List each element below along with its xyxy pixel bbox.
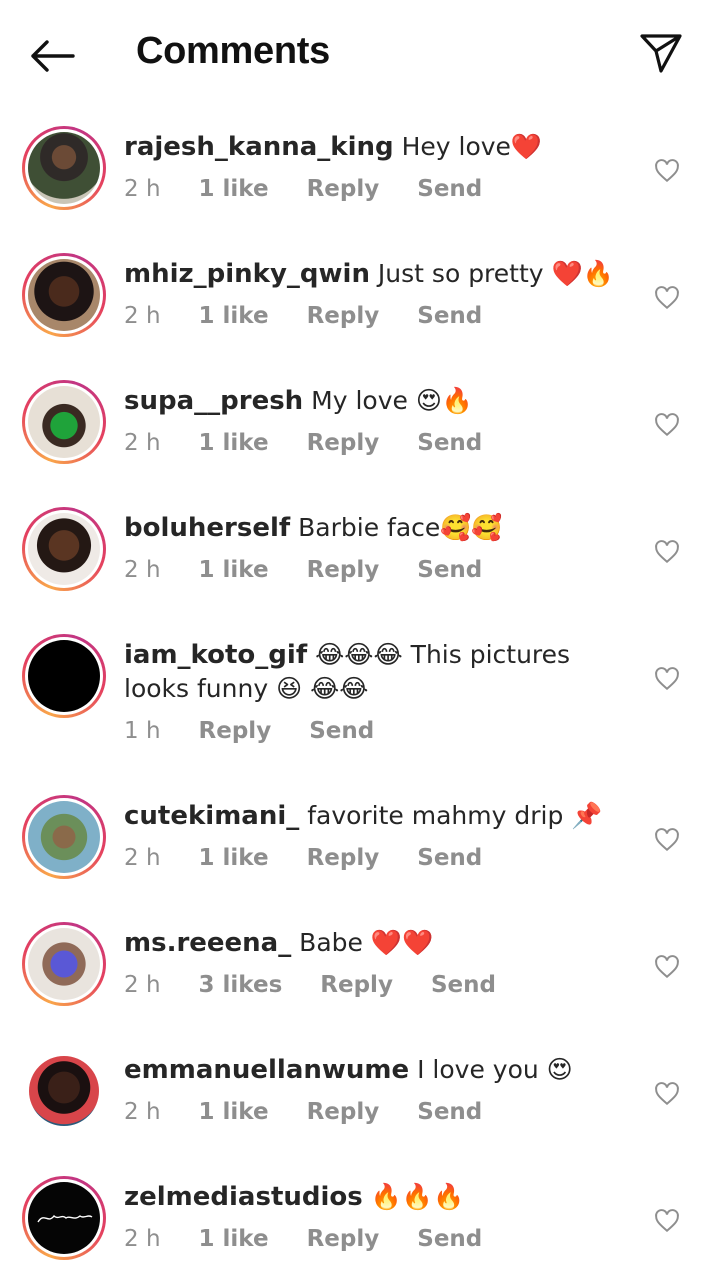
send-button[interactable]: Send — [417, 1226, 482, 1258]
comment-text: cutekimani_ favorite mahmy drip 📌 — [124, 801, 603, 831]
comment-text: emmanuellanwume I love you 😍 — [124, 1055, 573, 1085]
avatar[interactable] — [22, 634, 106, 718]
send-button[interactable]: Send — [417, 1099, 482, 1131]
comment-text: zelmediastudios 🔥🔥🔥 — [124, 1182, 465, 1212]
comment-text: supa__presh My love 😍🔥 — [124, 386, 474, 416]
comment-likes[interactable]: 1 like — [199, 303, 269, 335]
comment-text: rajesh_kanna_king Hey love❤️ — [124, 132, 543, 162]
heart-icon[interactable] — [654, 666, 680, 692]
reply-button[interactable]: Reply — [307, 176, 380, 208]
comment-likes[interactable]: 1 like — [199, 1226, 269, 1258]
comment-username[interactable]: emmanuellanwume — [124, 1055, 409, 1085]
comment-likes[interactable]: 1 like — [199, 845, 269, 877]
comment-time: 2 h — [124, 972, 161, 998]
comment-likes[interactable]: 1 like — [199, 1099, 269, 1131]
avatar[interactable] — [22, 507, 106, 591]
send-button[interactable]: Send — [417, 303, 482, 335]
reply-button[interactable]: Reply — [307, 1226, 380, 1258]
paper-plane-icon — [640, 34, 682, 73]
comment-time: 2 h — [124, 303, 161, 329]
send-button[interactable]: Send — [417, 176, 482, 208]
comment-time: 1 h — [124, 718, 161, 744]
reply-button[interactable]: Reply — [307, 1099, 380, 1131]
send-button[interactable]: Send — [417, 845, 482, 877]
heart-icon[interactable] — [654, 1208, 680, 1234]
send-button[interactable]: Send — [417, 557, 482, 589]
comment-username[interactable]: boluherself — [124, 513, 290, 543]
reply-button[interactable]: Reply — [320, 972, 393, 1004]
comment-time: 2 h — [124, 845, 161, 871]
direct-send-button[interactable] — [634, 28, 688, 78]
comment-time: 2 h — [124, 557, 161, 583]
comment-username[interactable]: zelmediastudios — [124, 1182, 363, 1212]
heart-icon[interactable] — [654, 412, 680, 438]
reply-button[interactable]: Reply — [199, 718, 272, 750]
heart-icon[interactable] — [654, 827, 680, 853]
comment-likes[interactable]: 3 likes — [199, 972, 283, 1004]
heart-icon[interactable] — [654, 158, 680, 184]
header: Comments — [0, 0, 719, 108]
reply-button[interactable]: Reply — [307, 845, 380, 877]
comment-time: 2 h — [124, 430, 161, 456]
comment-username[interactable]: ms.reeena_ — [124, 928, 291, 958]
comment-meta: 2 h 1 like Reply Send — [124, 1226, 520, 1258]
avatar[interactable] — [22, 795, 106, 879]
send-button[interactable]: Send — [417, 430, 482, 462]
comment-time: 2 h — [124, 1099, 161, 1125]
comment-text: mhiz_pinky_qwin Just so pretty ❤️🔥 — [124, 259, 614, 289]
comment-username[interactable]: cutekimani_ — [124, 801, 299, 831]
comment-username[interactable]: mhiz_pinky_qwin — [124, 259, 370, 289]
back-button[interactable] — [26, 32, 78, 80]
heart-icon[interactable] — [654, 285, 680, 311]
comment-text: ms.reeena_ Babe ❤️❤️ — [124, 928, 434, 958]
comment-likes[interactable]: 1 like — [199, 430, 269, 462]
avatar[interactable] — [22, 253, 106, 337]
reply-button[interactable]: Reply — [307, 430, 380, 462]
brand-logo — [37, 1214, 93, 1223]
heart-icon[interactable] — [654, 539, 680, 565]
heart-icon[interactable] — [654, 1081, 680, 1107]
page-title: Comments — [136, 30, 330, 72]
comment-meta: 2 h 3 likes Reply Send — [124, 972, 534, 1004]
send-button[interactable]: Send — [309, 718, 374, 750]
avatar[interactable] — [22, 126, 106, 210]
arrow-left-icon — [31, 40, 75, 72]
comment-meta: 1 h Reply Send — [124, 718, 412, 750]
comment-text: boluherself Barbie face🥰🥰 — [124, 513, 503, 543]
comment-likes[interactable]: 1 like — [199, 176, 269, 208]
comment-username[interactable]: iam_koto_gif — [124, 640, 307, 670]
reply-button[interactable]: Reply — [307, 557, 380, 589]
comment-time: 2 h — [124, 1226, 161, 1252]
reply-button[interactable]: Reply — [307, 303, 380, 335]
comment-meta: 2 h 1 like Reply Send — [124, 176, 520, 208]
comment-meta: 2 h 1 like Reply Send — [124, 303, 520, 335]
comment-text: iam_koto_gif 😂😂😂 This pictures looks fun… — [124, 640, 571, 703]
send-button[interactable]: Send — [431, 972, 496, 1004]
avatar[interactable] — [22, 1049, 106, 1133]
comment-likes[interactable]: 1 like — [199, 557, 269, 589]
avatar[interactable] — [22, 922, 106, 1006]
avatar[interactable] — [22, 380, 106, 464]
comment-meta: 2 h 1 like Reply Send — [124, 845, 520, 877]
heart-icon[interactable] — [654, 954, 680, 980]
comment-meta: 2 h 1 like Reply Send — [124, 430, 520, 462]
avatar[interactable] — [22, 1176, 106, 1260]
comment-meta: 2 h 1 like Reply Send — [124, 1099, 520, 1131]
comment-time: 2 h — [124, 176, 161, 202]
comment-meta: 2 h 1 like Reply Send — [124, 557, 520, 589]
comment-username[interactable]: supa__presh — [124, 386, 303, 416]
comment-username[interactable]: rajesh_kanna_king — [124, 132, 394, 162]
